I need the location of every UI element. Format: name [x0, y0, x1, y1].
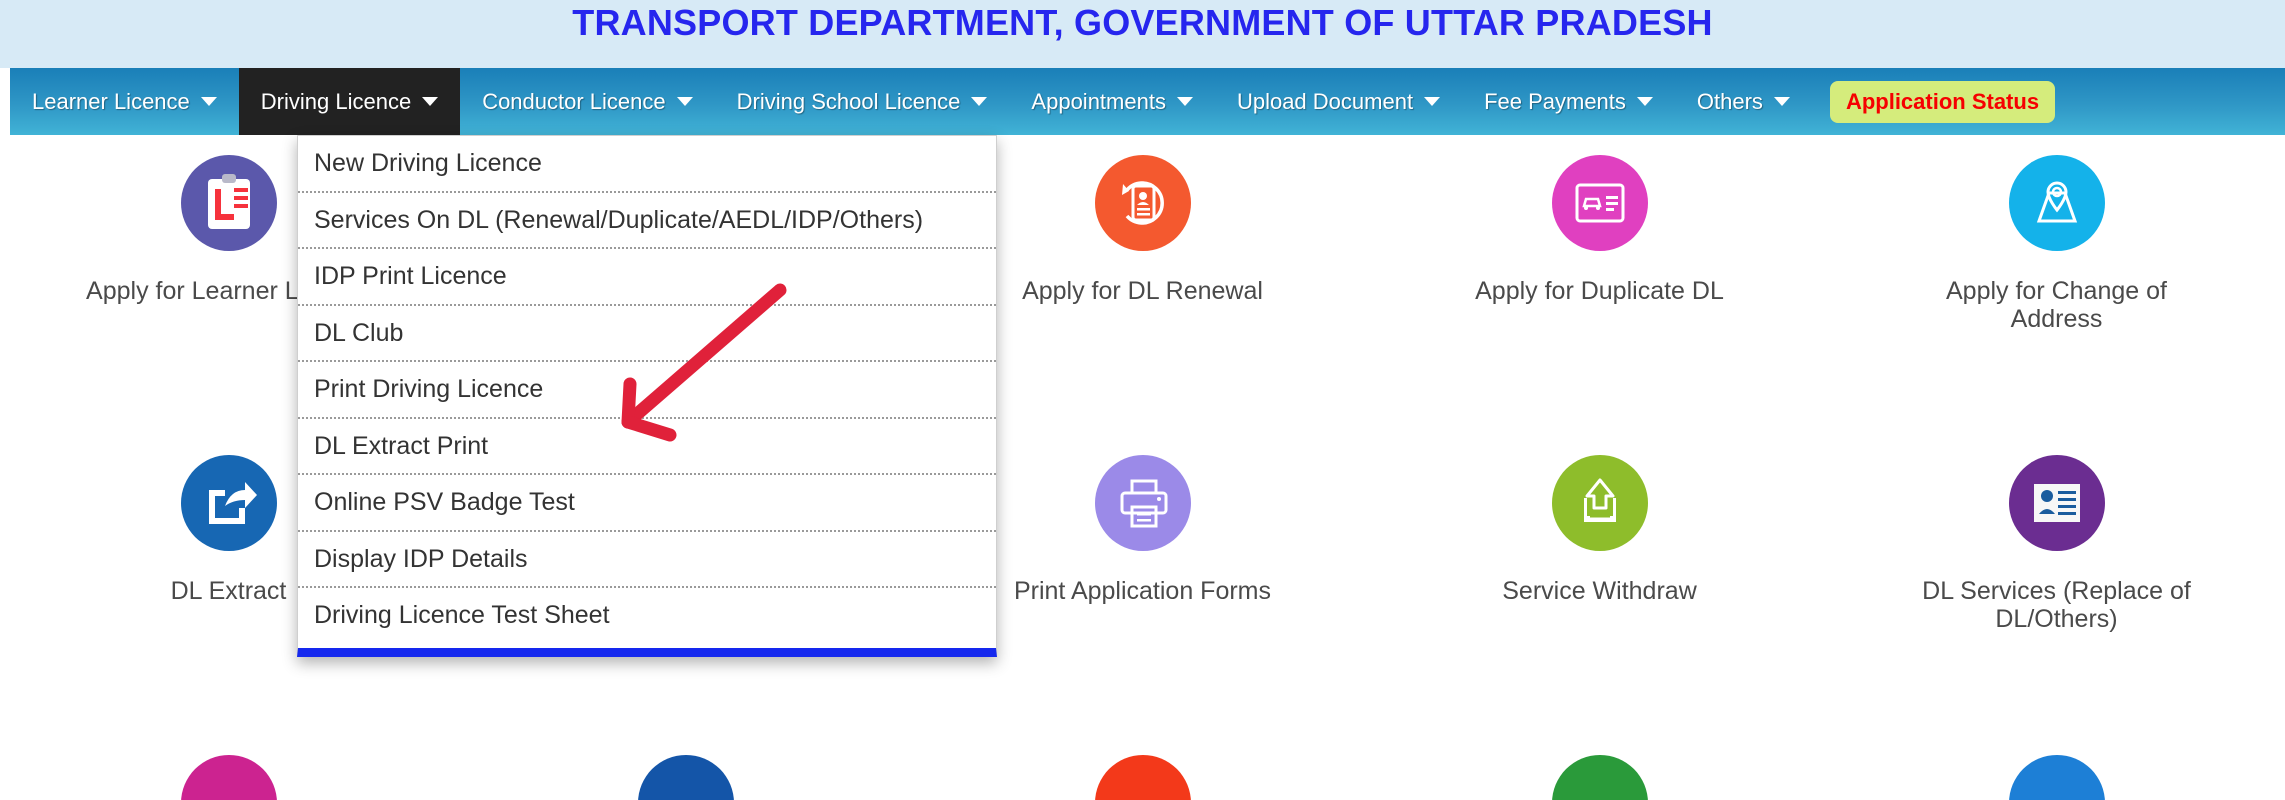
service-withdraw-upload-icon: [1552, 455, 1648, 551]
chevron-down-icon: [677, 97, 693, 106]
nav-item-others[interactable]: Others: [1675, 68, 1812, 135]
tile-label: Service Withdraw: [1502, 577, 1697, 605]
tile-label: DL Extract: [171, 577, 287, 605]
menu-item-new-driving-licence[interactable]: New Driving Licence: [298, 136, 996, 193]
lightblue-circle-icon: [2009, 755, 2105, 800]
nav-item-label: Driving Licence: [261, 89, 411, 115]
tile-row3-item-2[interactable]: [457, 755, 914, 800]
tile-label: Apply for DL Renewal: [1022, 277, 1263, 305]
nav-item-learner-licence[interactable]: Learner Licence: [10, 68, 239, 135]
page-title: TRANSPORT DEPARTMENT, GOVERNMENT OF UTTA…: [0, 2, 2285, 44]
nav-item-application-status-wrap: Application Status: [1812, 68, 2055, 135]
menu-item-services-on-dl[interactable]: Services On DL (Renewal/Duplicate/AEDL/I…: [298, 193, 996, 250]
tile-service-withdraw[interactable]: Service Withdraw: [1371, 455, 1828, 633]
main-navigation-bar: Learner Licence Driving Licence Conducto…: [10, 68, 2285, 135]
menu-item-online-psv-badge-test[interactable]: Online PSV Badge Test: [298, 475, 996, 532]
tile-label: Apply for Change of Address: [1907, 277, 2207, 333]
tile-row3-item-5[interactable]: [1828, 755, 2285, 800]
nav-item-label: Others: [1697, 89, 1763, 115]
dl-services-id-card-icon: [2009, 455, 2105, 551]
page-root: TRANSPORT DEPARTMENT, GOVERNMENT OF UTTA…: [0, 0, 2285, 800]
blue-circle-icon: [638, 755, 734, 800]
tile-row3-item-4[interactable]: [1371, 755, 1828, 800]
nav-item-driving-licence[interactable]: Driving Licence: [239, 68, 460, 135]
tile-dl-services-replace[interactable]: DL Services (Replace of DL/Others): [1828, 455, 2285, 633]
tile-row3-item-3[interactable]: [914, 755, 1371, 800]
nav-item-conductor-licence[interactable]: Conductor Licence: [460, 68, 714, 135]
chevron-down-icon: [1424, 97, 1440, 106]
red-circle-icon: [1095, 755, 1191, 800]
nav-item-fee-payments[interactable]: Fee Payments: [1462, 68, 1675, 135]
green-circle-icon: [1552, 755, 1648, 800]
nav-item-appointments[interactable]: Appointments: [1009, 68, 1215, 135]
tile-row3-item-1[interactable]: [0, 755, 457, 800]
dl-extract-share-icon: [181, 455, 277, 551]
tile-label: Print Application Forms: [1014, 577, 1271, 605]
application-status-button[interactable]: Application Status: [1830, 81, 2055, 123]
nav-item-label: Conductor Licence: [482, 89, 665, 115]
nav-item-label: Learner Licence: [32, 89, 190, 115]
nav-item-label: Upload Document: [1237, 89, 1413, 115]
magenta-circle-icon: [181, 755, 277, 800]
chevron-down-icon: [422, 97, 438, 106]
tile-apply-change-of-address[interactable]: Apply for Change of Address: [1828, 155, 2285, 333]
chevron-down-icon: [971, 97, 987, 106]
tile-label: DL Services (Replace of DL/Others): [1907, 577, 2207, 633]
annotation-arrow-icon: [590, 280, 810, 460]
menu-item-display-idp-details[interactable]: Display IDP Details: [298, 532, 996, 589]
menu-item-driving-licence-test-sheet[interactable]: Driving Licence Test Sheet: [298, 588, 996, 648]
nav-item-label: Driving School Licence: [737, 89, 961, 115]
dl-renewal-icon: [1095, 155, 1191, 251]
site-banner: TRANSPORT DEPARTMENT, GOVERNMENT OF UTTA…: [0, 0, 2285, 68]
print-application-forms-printer-icon: [1095, 455, 1191, 551]
tile-label: Apply for Duplicate DL: [1475, 277, 1724, 305]
nav-item-upload-document[interactable]: Upload Document: [1215, 68, 1462, 135]
tile-apply-duplicate-dl[interactable]: Apply for Duplicate DL: [1371, 155, 1828, 333]
nav-item-driving-school-licence[interactable]: Driving School Licence: [715, 68, 1010, 135]
chevron-down-icon: [1774, 97, 1790, 106]
chevron-down-icon: [1637, 97, 1653, 106]
learner-licence-clipboard-icon: [181, 155, 277, 251]
chevron-down-icon: [201, 97, 217, 106]
nav-item-label: Appointments: [1031, 89, 1166, 115]
chevron-down-icon: [1177, 97, 1193, 106]
duplicate-dl-card-icon: [1552, 155, 1648, 251]
change-of-address-pin-icon: [2009, 155, 2105, 251]
nav-item-label: Fee Payments: [1484, 89, 1626, 115]
tile-row-3: [0, 755, 2285, 800]
